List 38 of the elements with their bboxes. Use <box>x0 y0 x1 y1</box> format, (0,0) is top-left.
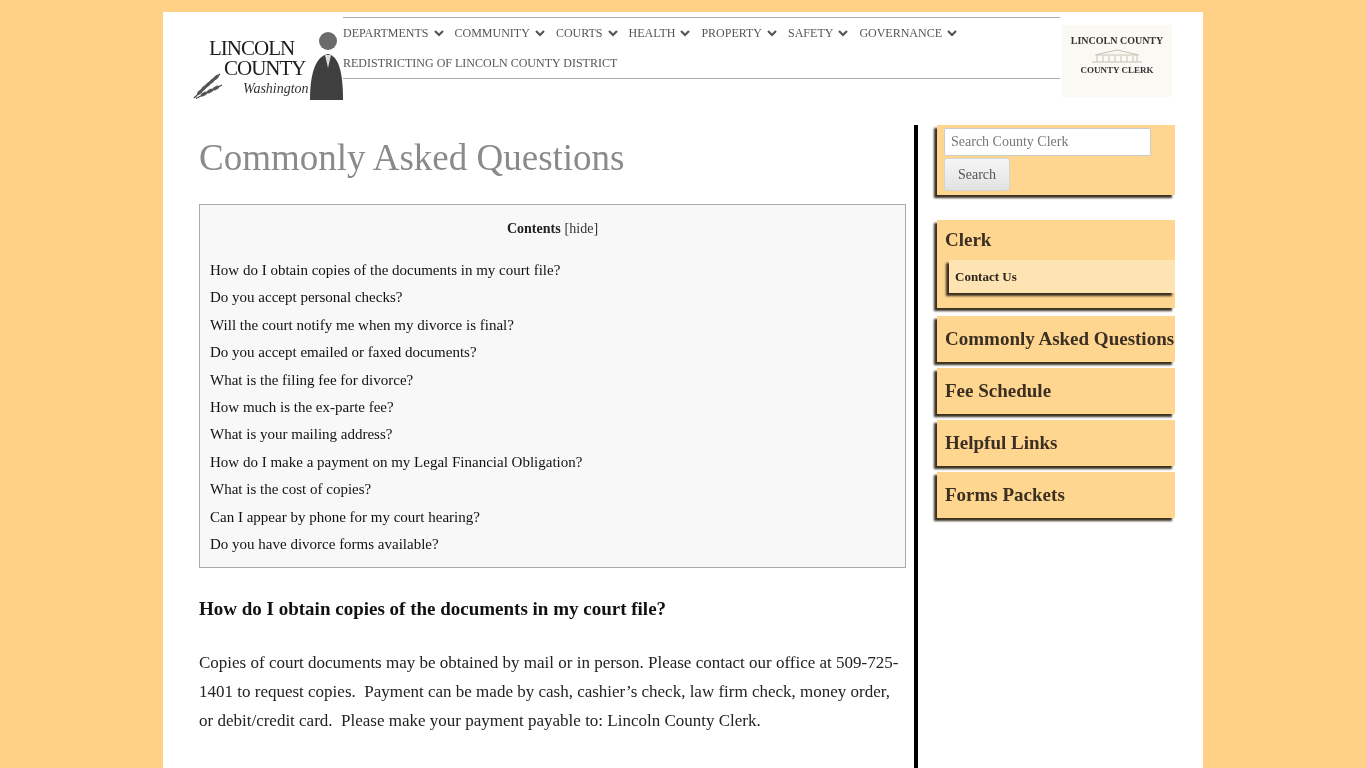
nav-link[interactable]: PROPERTY <box>701 18 778 48</box>
contents-link[interactable]: Will the court notify me when my divorce is final? <box>210 311 514 340</box>
menu-link[interactable]: Fee Schedule <box>937 368 1175 414</box>
search-field[interactable]: Search County Clerk <box>944 128 1151 156</box>
menu-link[interactable]: Clerk <box>937 228 1175 252</box>
page-title: Commonly Asked Questions <box>199 136 626 180</box>
logo-text: COUNTY CLERK <box>1080 65 1154 76</box>
contents-link[interactable]: How do I make a payment on my Legal Financial Obligation? <box>210 448 583 477</box>
hide-link[interactable]: [hide] <box>564 220 599 238</box>
menu-link[interactable]: Forms Packets <box>937 472 1175 518</box>
contents-link[interactable]: What is the cost of copies? <box>210 476 372 504</box>
section-heading: How do I obtain copies of the documents in my court file? <box>199 597 668 621</box>
nav-link[interactable]: HEALTH <box>628 18 691 48</box>
contents-link[interactable]: Do you accept personal checks? <box>210 284 403 312</box>
contents-link[interactable]: How much is the ex-parte fee? <box>210 394 394 422</box>
contents-link[interactable]: What is your mailing address? <box>210 421 393 449</box>
contents-link[interactable]: Do you accept emailed or faxed documents? <box>210 339 477 367</box>
logo-script-text: Washington <box>243 81 309 97</box>
logo-text: LINCOLN COUNTY <box>1070 35 1164 47</box>
logo-text: COUNTY <box>224 58 306 79</box>
nav-link[interactable]: REDISTRICTING OF LINCOLN COUNTY DISTRICT <box>343 48 618 78</box>
menu-link[interactable]: Helpful Links <box>937 420 1175 466</box>
menu-link[interactable]: Commonly Asked Questions <box>937 316 1175 362</box>
contents-link[interactable]: How do I obtain copies of the documents in my court file? <box>210 257 561 285</box>
logo-text: LINCOLN <box>209 38 295 59</box>
search-button[interactable]: Search <box>944 158 1010 191</box>
contents-link[interactable]: Do you have divorce forms available? <box>210 531 439 559</box>
contents-link[interactable]: What is the filing fee for divorce? <box>210 366 414 395</box>
nav-link[interactable]: COURTS <box>555 18 618 48</box>
nav-link[interactable]: GOVERNANCE <box>859 18 958 48</box>
nav-link[interactable]: SAFETY <box>788 18 849 48</box>
nav-link[interactable]: COMMUNITY <box>454 18 545 48</box>
contents-link[interactable]: Can I appear by phone for my court hearing? <box>210 503 480 532</box>
contents-title: Contents <box>506 220 561 238</box>
answer-paragraph: Copies of court documents may be obtained by mail or in person. Please contact our office at 509-725-1401 to request copies. Payment can be made by cash, cashier’s check, law firm check, money order, or debit/credit card. Please make your payment payable to: Lincoln County Clerk. <box>199 652 900 733</box>
wheat-icon <box>193 71 223 99</box>
nav-link[interactable]: DEPARTMENTS <box>343 18 444 48</box>
submenu-link[interactable]: Contact Us <box>949 260 1175 293</box>
